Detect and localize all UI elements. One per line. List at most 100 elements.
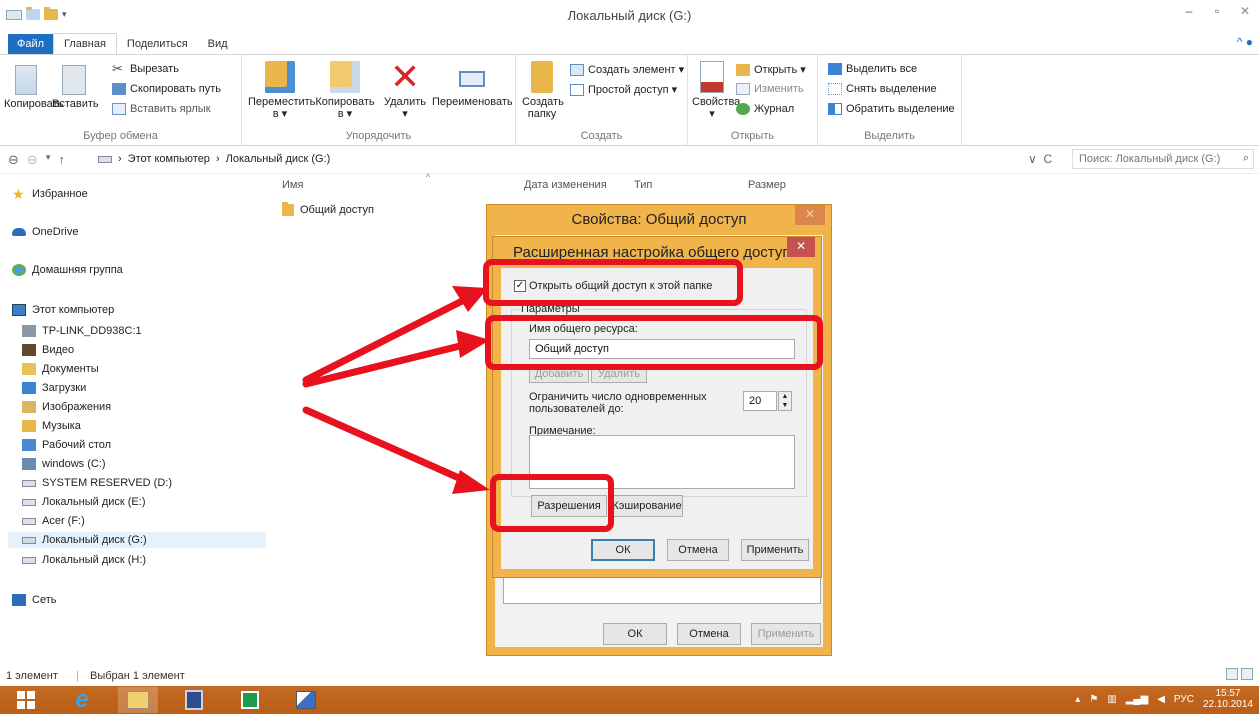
history-button[interactable]: Журнал: [736, 103, 794, 115]
paste-shortcut-label: Вставить ярлык: [130, 103, 211, 115]
nav-item-drive-c[interactable]: windows (C:): [22, 458, 106, 470]
tab-share[interactable]: Поделиться: [117, 34, 198, 54]
copy-path-icon: [112, 83, 126, 95]
maximize-button[interactable]: ▫: [1203, 0, 1231, 22]
tab-view[interactable]: Вид: [198, 34, 238, 54]
nav-onedrive[interactable]: OneDrive: [12, 226, 78, 238]
column-name[interactable]: Имя: [282, 179, 303, 191]
recent-locations-icon[interactable]: ▾: [46, 152, 51, 168]
advanced-apply-button[interactable]: Применить: [741, 539, 809, 561]
tab-home[interactable]: Главная: [53, 33, 117, 54]
large-icons-view-icon[interactable]: [1241, 668, 1253, 680]
search-input[interactable]: Поиск: Локальный диск (G:) ⌕: [1072, 149, 1254, 169]
help-icon[interactable]: ^ ●: [1237, 35, 1253, 49]
taskbar-store[interactable]: [230, 687, 270, 713]
details-view-icon[interactable]: [1226, 668, 1238, 680]
breadcrumb[interactable]: › Этот компьютер › Локальный диск (G:): [98, 153, 330, 165]
nav-item-drive-d[interactable]: SYSTEM RESERVED (D:): [22, 477, 172, 489]
nav-network[interactable]: Сеть: [12, 594, 56, 606]
select-none-button[interactable]: Снять выделение: [828, 83, 937, 95]
nav-item-network-location[interactable]: TP-LINK_DD938C:1: [22, 325, 142, 337]
crumb-drive-g[interactable]: Локальный диск (G:): [226, 153, 331, 165]
open-button[interactable]: Открыть ▾: [736, 63, 806, 76]
easy-access-button[interactable]: Простой доступ ▾: [570, 83, 677, 96]
nav-item-drive-e[interactable]: Локальный диск (E:): [22, 496, 146, 508]
forward-arrow-icon[interactable]: ⊖: [27, 152, 38, 168]
nav-homegroup[interactable]: Домашняя группа: [12, 264, 123, 276]
select-all-label: Выделить все: [846, 63, 918, 75]
taskbar-paint[interactable]: [286, 687, 326, 713]
paste-shortcut-button[interactable]: Вставить ярлык: [112, 103, 211, 115]
tab-file[interactable]: Файл: [8, 34, 54, 54]
signal-icon[interactable]: ▂▄▆: [1126, 694, 1148, 705]
clock[interactable]: 15:57 22.10.2014: [1203, 688, 1253, 710]
advanced-cancel-button[interactable]: Отмена: [667, 539, 729, 561]
nav-favorites-label: Избранное: [32, 188, 88, 200]
homegroup-icon: [12, 264, 26, 276]
nav-item-downloads[interactable]: Загрузки: [22, 382, 86, 394]
paste-button[interactable]: Вставить: [52, 61, 99, 110]
properties-apply-button[interactable]: Применить: [751, 623, 821, 645]
nav-item-drive-g[interactable]: Локальный диск (G:): [8, 532, 266, 548]
up-arrow-icon[interactable]: ↑: [58, 152, 65, 168]
properties-close-button[interactable]: ✕: [795, 205, 825, 225]
nav-this-pc[interactable]: Этот компьютер: [12, 304, 114, 316]
selected-count: Выбран 1 элемент: [90, 670, 185, 682]
minimize-button[interactable]: –: [1175, 0, 1203, 22]
nav-item-documents[interactable]: Документы: [22, 363, 99, 375]
new-item-button[interactable]: Создать элемент ▾: [570, 63, 684, 76]
nav-item-label: Локальный диск (H:): [42, 554, 147, 566]
nav-item-label: Рабочий стол: [42, 439, 112, 451]
flag-icon[interactable]: ⚑: [1089, 694, 1098, 705]
limit-users-spinner[interactable]: ▲ ▼: [778, 391, 792, 411]
properties-ok-button[interactable]: ОК: [603, 623, 667, 645]
taskbar-save[interactable]: [174, 687, 214, 713]
crumb-this-pc[interactable]: Этот компьютер: [128, 153, 210, 165]
nav-item-videos[interactable]: Видео: [22, 344, 74, 356]
copy-to-button[interactable]: Копировать в ▾: [314, 61, 376, 120]
advanced-close-button[interactable]: ✕: [787, 237, 815, 257]
computer-icon: [12, 304, 26, 316]
properties-button[interactable]: Свойства ▾: [692, 61, 740, 120]
caching-button[interactable]: Кэширование: [611, 495, 683, 517]
refresh-icon[interactable]: ∨ C: [1028, 152, 1052, 166]
advanced-ok-button[interactable]: ОК: [591, 539, 655, 561]
edit-button[interactable]: Изменить: [736, 83, 804, 95]
taskbar-ie[interactable]: e: [62, 686, 102, 713]
open-group-label: Открыть: [730, 130, 775, 142]
cut-button[interactable]: ✂ Вырезать: [112, 62, 179, 75]
taskbar-explorer[interactable]: [118, 687, 158, 713]
copy-button[interactable]: Копировать: [4, 61, 63, 110]
delete-button[interactable]: ✕ Удалить ▾: [378, 59, 432, 121]
limit-users-input[interactable]: 20: [743, 391, 777, 411]
nav-item-drive-h[interactable]: Локальный диск (H:): [22, 554, 146, 566]
history-icon: [736, 103, 750, 115]
volume-icon[interactable]: ◀: [1157, 694, 1165, 705]
nav-item-desktop[interactable]: Рабочий стол: [22, 439, 111, 451]
copy-path-button[interactable]: Скопировать путь: [112, 83, 221, 95]
nav-favorites[interactable]: ★ Избранное: [12, 187, 88, 201]
pictures-icon: [22, 401, 36, 413]
column-type[interactable]: Тип: [634, 179, 652, 191]
start-button[interactable]: [6, 687, 46, 713]
column-date[interactable]: Дата изменения: [524, 179, 607, 191]
new-folder-button[interactable]: Создать папку: [522, 61, 564, 120]
nav-item-music[interactable]: Музыка: [22, 420, 81, 432]
close-button[interactable]: ✕: [1231, 0, 1259, 22]
language-indicator[interactable]: РУС: [1174, 694, 1194, 705]
select-all-button[interactable]: Выделить все: [828, 63, 917, 75]
invert-selection-button[interactable]: Обратить выделение: [828, 103, 955, 115]
organize-group: Переместить в ▾ Копировать в ▾ ✕ Удалить…: [242, 55, 516, 145]
move-to-button[interactable]: Переместить в ▾: [248, 61, 315, 120]
status-bar: 1 элемент | Выбран 1 элемент: [0, 666, 1259, 686]
nav-item-pictures[interactable]: Изображения: [22, 401, 111, 413]
nav-item-drive-f[interactable]: Acer (F:): [22, 515, 85, 527]
network-icon: [12, 594, 26, 606]
properties-cancel-button[interactable]: Отмена: [677, 623, 741, 645]
show-hidden-icons[interactable]: ▴: [1075, 694, 1080, 705]
column-size[interactable]: Размер: [748, 179, 786, 191]
rename-button[interactable]: Переименовать: [432, 61, 513, 108]
file-row[interactable]: Общий доступ: [282, 202, 374, 216]
back-arrow-icon[interactable]: ⊖: [8, 152, 19, 168]
network-tray-icon[interactable]: ▥: [1107, 694, 1116, 705]
